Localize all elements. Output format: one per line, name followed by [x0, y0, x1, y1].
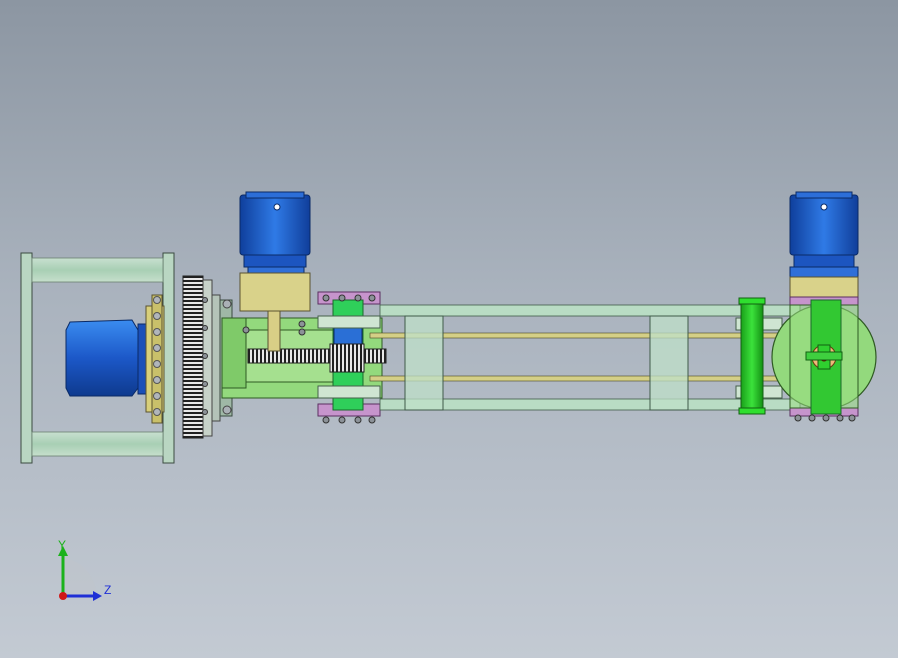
main-spur-gear[interactable]	[182, 275, 221, 439]
coordinate-triad-icon: Y Z	[58, 538, 111, 601]
assembly-model[interactable]	[0, 0, 898, 658]
green-shaft[interactable]	[738, 297, 766, 415]
triad-z-label: Z	[104, 583, 111, 597]
upper-right-motor[interactable]	[789, 191, 859, 298]
cad-viewport[interactable]: Y Z	[0, 0, 898, 658]
parallel-arm[interactable]	[369, 304, 801, 411]
triad-y-label: Y	[58, 538, 66, 552]
left-drive-motor[interactable]	[65, 294, 165, 424]
